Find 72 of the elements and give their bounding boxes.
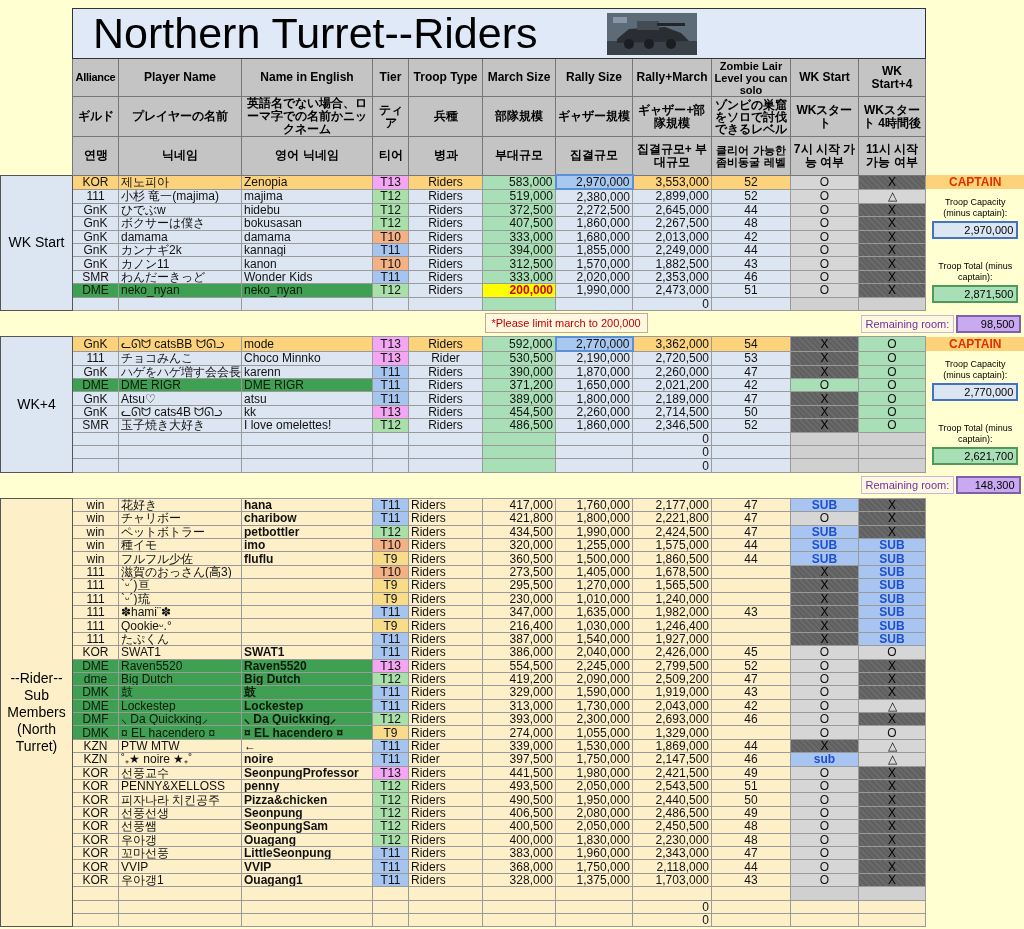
remaining-label: Remaining room: [860,314,955,333]
column-header: Rally+March [632,58,712,97]
column-header: 英語名でない場合、ローマ字での名前かニックネーム [241,96,373,137]
group-label: --Rider-- Sub Members (North Turret) [7,670,66,755]
column-header: ティア [372,96,409,137]
column-header: 部隊規模 [482,96,556,137]
column-header: Name in English [241,58,373,97]
column-header: ギャザー規模 [555,96,633,137]
player-name-cell: ᓚᘏᗢ catsBB ᗢᘏᓗ [118,336,242,352]
wk-start-plus4-cell: O [858,336,926,352]
group-label: WK Start [8,234,65,251]
sheet-title: Northern Turret--Riders [93,9,538,58]
total-label: Troop Total (minus captain): [937,423,1014,446]
troop-type-cell: Riders [408,498,483,512]
column-header: Zombie Lair Level you can solo [711,58,791,97]
column-header: ゾンビの巣窟をソロで討伐できるレベル [711,96,791,137]
capacity-label: Troop Capacity (minus captain): [942,359,1009,382]
group-label: WK+4 [17,396,56,413]
alliance-cell: win [72,498,119,512]
column-header: WK Start+4 [858,58,926,97]
wk-start-cell: SUB [790,498,859,512]
remaining-label: Remaining room: [860,476,955,495]
column-header: 병과 [408,136,483,175]
march-size-cell: 592,000 [482,336,556,352]
column-header: March Size [482,58,556,97]
total-value: 2,621,700 [932,447,1019,466]
english-name-cell: hana [241,498,373,512]
column-header: 부대규모 [482,136,556,175]
captain-label: CAPTAIN [925,336,1024,352]
remaining-value: 148,300 [956,476,1021,495]
rally-size-cell: 2,770,000 [555,336,633,352]
column-header: 연맹 [72,136,119,175]
lair-level-cell: 47 [711,498,791,512]
capacity-label: Troop Capacity (minus captain): [942,197,1009,220]
column-header: Troop Type [408,58,483,97]
march-size-cell: 417,000 [482,498,556,512]
capacity-value: 2,970,000 [932,221,1019,240]
rally-march-cell: 3,362,000 [632,336,712,352]
captain-label: CAPTAIN [925,175,1024,190]
total-value: 2,871,500 [932,285,1019,304]
note-text: *Please limit march to 200,000 [484,313,648,334]
rally-size-cell: 1,760,000 [555,498,633,512]
capacity-value: 2,770,000 [932,383,1019,402]
wk-start-cell: X [790,336,859,352]
column-header: ギルド [72,96,119,137]
wk-start-plus4-cell: X [858,498,926,512]
alliance-cell: GnK [72,336,119,352]
remaining-value: 98,500 [956,314,1021,333]
column-header: 닉네임 [118,136,242,175]
column-header: 클리어 가능한 좀비동굴 레벨 [711,136,791,175]
tier-cell: T13 [372,336,409,352]
column-header: 兵種 [408,96,483,137]
column-header: 영어 닉네임 [241,136,373,175]
troop-type-cell: Riders [408,336,483,352]
column-header: プレイヤーの名前 [118,96,242,137]
column-header: 집결규모+ 부대규모 [632,136,712,175]
column-header: Alliance [72,58,119,97]
rally-march-cell: 2,177,000 [632,498,712,512]
column-header: WKスタート 4時間後 [858,96,926,137]
column-header: Rally Size [555,58,633,97]
english-name-cell: mode [241,336,373,352]
column-header: 11시 시작 가능 여부 [858,136,926,175]
column-header: WKスタート [790,96,859,137]
column-header: ギャザー+部隊規模 [632,96,712,137]
player-name-cell: 花好き [118,498,242,512]
rally-size-cell: 2,970,000 [555,175,633,190]
lair-level-cell: 54 [711,336,791,352]
column-header: 7시 시작 가능 여부 [790,136,859,175]
tier-cell: T11 [372,498,409,512]
column-header: Player Name [118,58,242,97]
column-header: WK Start [790,58,859,97]
total-label: Troop Total (minus captain): [937,261,1014,284]
